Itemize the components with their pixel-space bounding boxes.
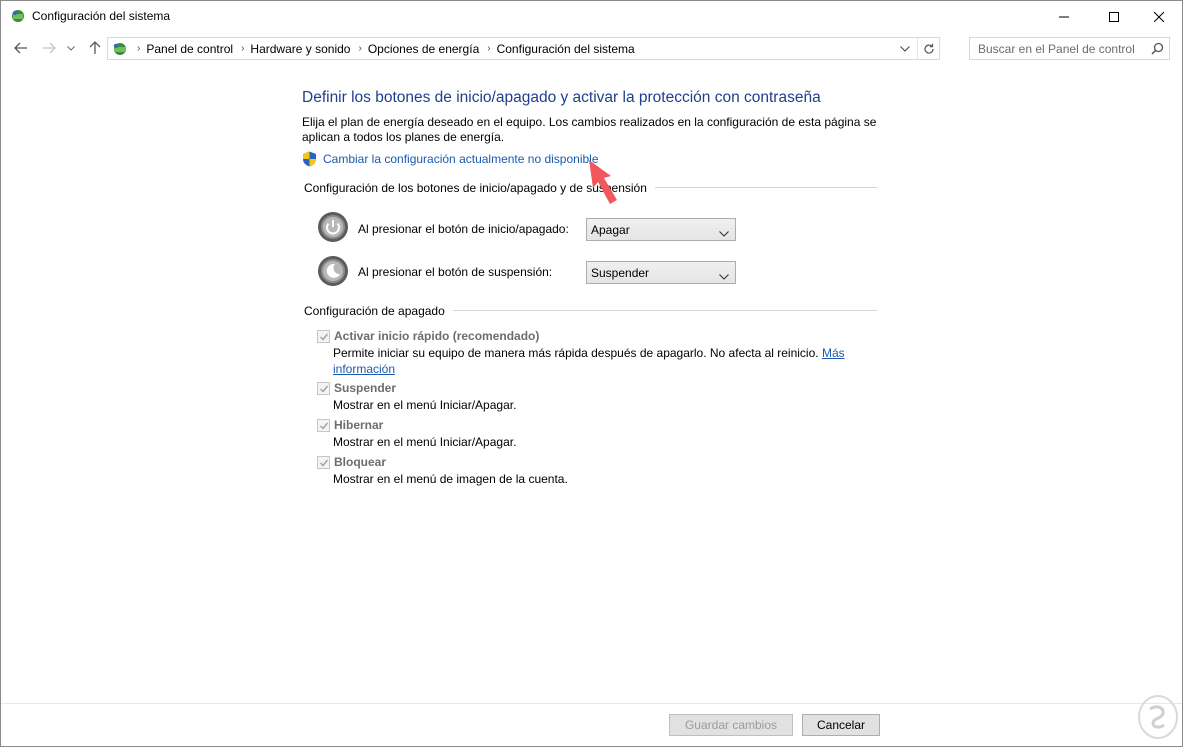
shutdown-section-title: Configuración de apagado <box>304 304 453 318</box>
change-settings-link[interactable]: Cambiar la configuración actualmente no … <box>302 151 599 167</box>
footer-bar: Guardar cambios Cancelar <box>1 703 1182 746</box>
checkbox[interactable] <box>317 419 330 432</box>
minimize-button[interactable] <box>1041 1 1087 32</box>
hibernate-description: Mostrar en el menú Iniciar/Apagar. <box>333 435 517 449</box>
checkbox[interactable] <box>317 382 330 395</box>
fast-startup-description-text: Permite iniciar su equipo de manera más … <box>333 346 819 360</box>
search-icon[interactable] <box>1151 42 1164 60</box>
forward-button[interactable] <box>39 38 59 58</box>
more-info-link-continued[interactable]: información <box>333 362 395 376</box>
fast-startup-checkbox[interactable] <box>317 329 330 343</box>
maximize-button[interactable] <box>1091 1 1137 32</box>
back-button[interactable] <box>11 38 31 58</box>
change-settings-link-text[interactable]: Cambiar la configuración actualmente no … <box>323 152 599 166</box>
lock-checkbox[interactable] <box>317 455 330 469</box>
chevron-right-icon[interactable]: › <box>358 43 361 54</box>
annotation-arrow-icon <box>585 158 621 211</box>
checkbox[interactable] <box>317 456 330 469</box>
recent-locations-dropdown[interactable] <box>64 38 78 58</box>
breadcrumb-system-settings[interactable]: Configuración del sistema <box>497 42 635 56</box>
watermark-logo-icon <box>1132 691 1180 747</box>
up-button[interactable] <box>85 38 105 58</box>
power-button-row <box>317 211 349 243</box>
sleep-label: Suspender <box>334 381 397 395</box>
more-info-link[interactable]: Más <box>822 346 845 360</box>
sleep-button-value: Suspender <box>591 266 650 280</box>
chevron-right-icon[interactable]: › <box>487 43 490 54</box>
refresh-button[interactable] <box>917 38 939 59</box>
lock-description: Mostrar en el menú de imagen de la cuent… <box>333 472 568 486</box>
chevron-down-icon <box>719 269 729 283</box>
breadcrumb: › Panel de control › Hardware y sonido ›… <box>108 38 635 59</box>
sleep-button-label: Al presionar el botón de suspensión: <box>358 265 553 279</box>
checkbox[interactable] <box>317 330 330 343</box>
address-bar[interactable]: › Panel de control › Hardware y sonido ›… <box>107 37 940 60</box>
search-input[interactable]: Buscar en el Panel de control <box>969 37 1170 60</box>
navigation-bar: › Panel de control › Hardware y sonido ›… <box>1 32 1182 65</box>
power-button-select[interactable]: Apagar <box>586 218 736 241</box>
sleep-button-row <box>317 255 349 287</box>
address-history-dropdown[interactable] <box>895 38 915 59</box>
power-button-label: Al presionar el botón de inicio/apagado: <box>358 222 569 236</box>
control-panel-icon <box>111 41 129 57</box>
cancel-button[interactable]: Cancelar <box>802 714 880 736</box>
power-button-value: Apagar <box>591 223 630 237</box>
hibernate-checkbox[interactable] <box>317 418 330 432</box>
sleep-description: Mostrar en el menú Iniciar/Apagar. <box>333 398 517 412</box>
search-placeholder: Buscar en el Panel de control <box>978 42 1135 56</box>
chevron-right-icon[interactable]: › <box>137 43 140 54</box>
chevron-down-icon <box>719 226 729 240</box>
title-bar: Configuración del sistema <box>1 1 1182 32</box>
sleep-icon <box>317 255 349 287</box>
sleep-checkbox[interactable] <box>317 381 330 395</box>
uac-shield-icon <box>302 151 317 167</box>
save-changes-button[interactable]: Guardar cambios <box>669 714 793 736</box>
window-title: Configuración del sistema <box>32 9 171 23</box>
power-icon <box>317 211 349 243</box>
close-button[interactable] <box>1136 1 1182 32</box>
breadcrumb-hardware-sound[interactable]: Hardware y sonido <box>250 42 350 56</box>
fast-startup-description: Permite iniciar su equipo de manera más … <box>333 345 853 377</box>
refresh-icon <box>923 43 934 54</box>
control-panel-icon <box>10 8 26 24</box>
page-description: Elija el plan de energía deseado en el e… <box>302 115 877 144</box>
hibernate-label: Hibernar <box>334 418 384 432</box>
window: Configuración del sistema › Panel de con… <box>0 0 1183 747</box>
page-title: Definir los botones de inicio/apagado y … <box>302 89 821 106</box>
sleep-button-select[interactable]: Suspender <box>586 261 736 284</box>
breadcrumb-control-panel[interactable]: Panel de control <box>146 42 233 56</box>
breadcrumb-power-options[interactable]: Opciones de energía <box>368 42 479 56</box>
lock-label: Bloquear <box>334 455 387 469</box>
chevron-right-icon[interactable]: › <box>241 43 244 54</box>
fast-startup-label: Activar inicio rápido (recomendado) <box>334 329 540 343</box>
